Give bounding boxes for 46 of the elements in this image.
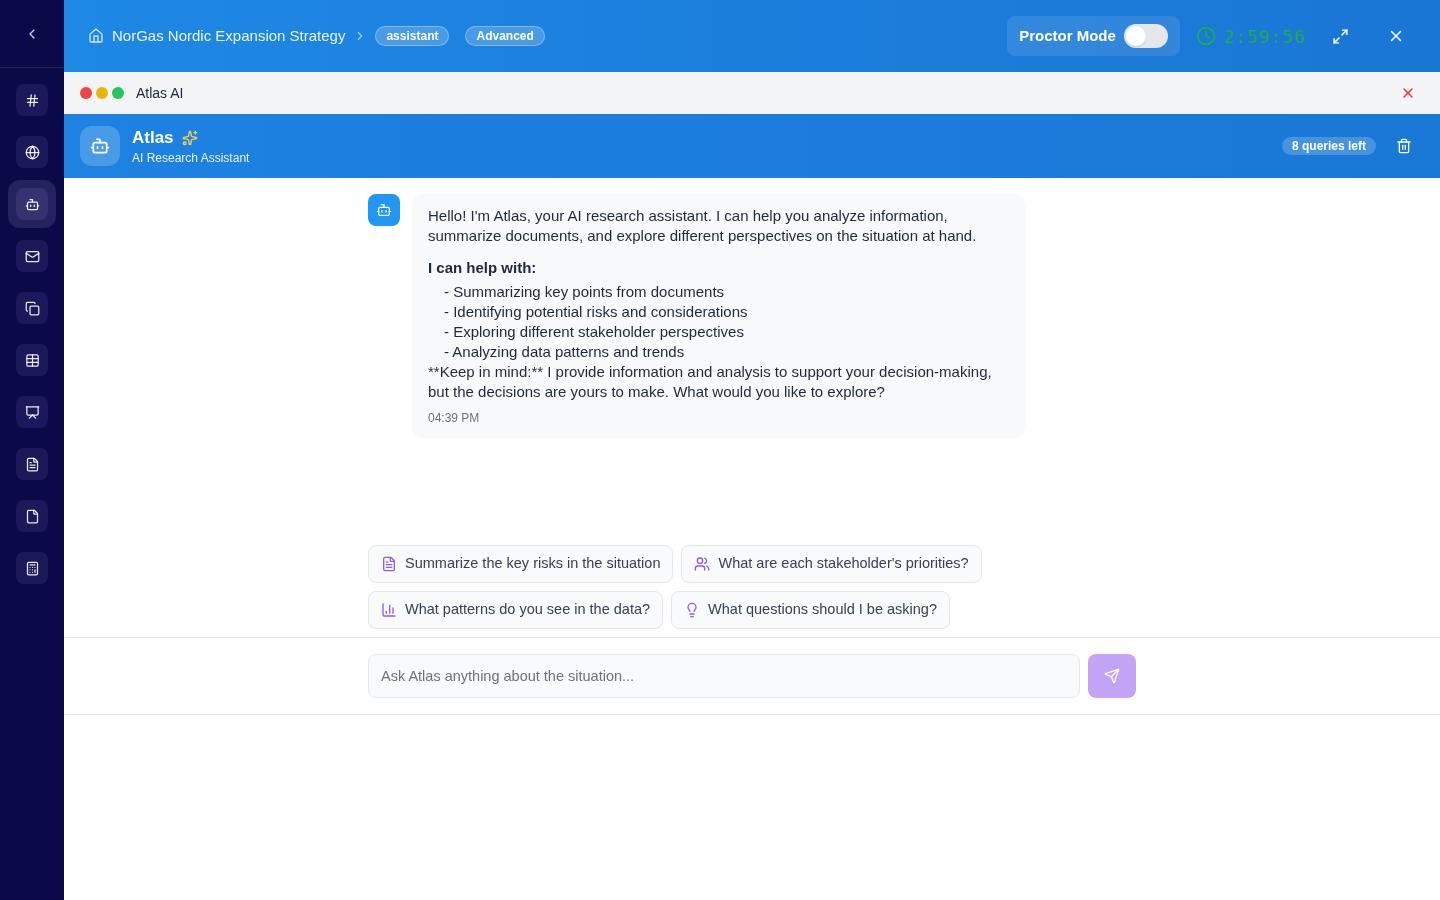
list-item: - Summarizing key points from documents [444,282,726,302]
robot-icon [368,194,400,226]
breadcrumb-title: NorGas Nordic Expansion Strategy [112,25,346,46]
proctor-label: Proctor Mode [1019,25,1116,46]
bar-chart-icon [381,602,397,618]
robot-icon [16,188,48,220]
message-heading: I can help with: [428,258,538,278]
table-icon [16,344,48,376]
suggestion-chip[interactable]: What are each stakeholder's priorities? [681,545,982,583]
suggestion-chip[interactable]: What patterns do you see in the data? [368,591,664,629]
trash-icon [1396,138,1412,154]
mail-icon [16,240,48,272]
message-input[interactable]: Ask Atlas anything about the situation... [368,654,1080,698]
suggestion-chip[interactable]: Summarize the key risks in the situation [368,545,674,583]
send-icon [1104,668,1120,684]
globe-icon [16,136,48,168]
assistant-name: Atlas [132,127,174,149]
people-icon [694,556,711,572]
document-icon [381,556,397,572]
clock-icon [1195,26,1216,46]
window-title: Atlas AI [136,83,184,103]
list-item: - Exploring different stakeholder perspectives [444,322,745,342]
calculator-icon [16,552,48,584]
expand-icon [1331,27,1349,45]
copy-icon [16,292,48,324]
presentation-icon [16,396,48,428]
message-text: Hello! I'm Atlas, your AI research assistant. I can help you analyze information, summarize documents, and explore different perspectives on the situation at hand. [428,206,978,246]
suggestion-chip[interactable]: What questions should I be asking? [671,591,950,629]
category-tag: Advanced [465,26,545,46]
document-icon [16,448,48,480]
timer: 2:59:56 [1223,24,1306,49]
sparkles-icon [181,130,198,146]
hash-icon [16,84,48,116]
message-time: 04:39 PM [428,410,481,426]
category-tag: assistant [375,26,450,46]
home-icon [88,28,104,44]
sidebar-item[interactable] [8,180,56,228]
robot-icon [80,126,120,166]
list-item: - Identifying potential risks and considerations [444,302,749,322]
message-text: **Keep in mind:** I provide information and analysis to support your decision-making, but the decisions are yours to make. What would you like to explore? [428,362,993,402]
window-dots-icon [80,87,124,99]
queries-left-tag: 8 queries left [1281,137,1376,155]
file-icon [16,500,48,532]
proctor-toggle[interactable] [1123,24,1168,48]
list-item: - Analyzing data patterns and trends [444,342,686,362]
assistant-subtitle: AI Research Assistant [132,150,250,166]
